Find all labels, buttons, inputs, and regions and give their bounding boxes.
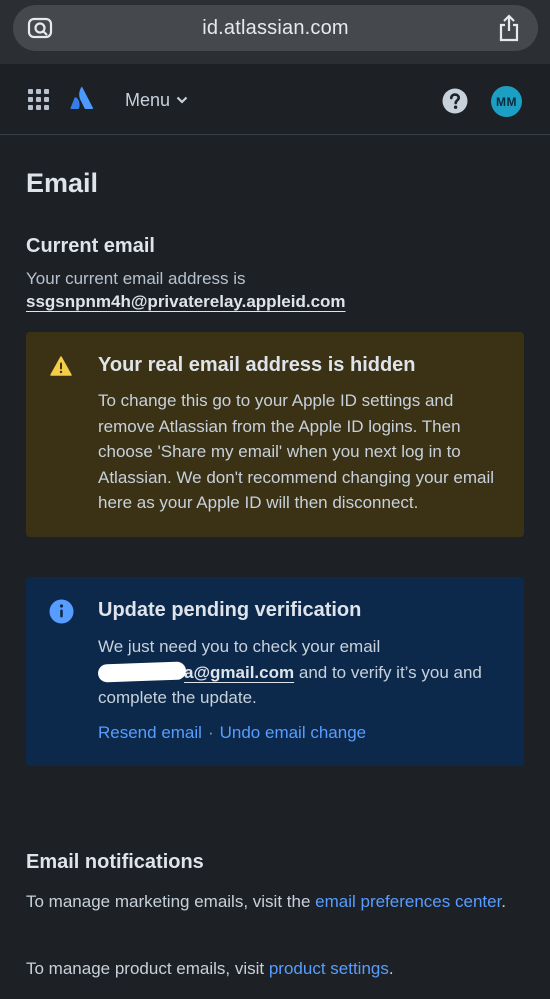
share-icon[interactable] bbox=[498, 14, 520, 42]
product-settings-link[interactable]: product settings bbox=[269, 959, 389, 978]
info-icon bbox=[49, 599, 74, 624]
avatar[interactable]: MM bbox=[491, 86, 522, 117]
email-notifications-heading: Email notifications bbox=[26, 851, 204, 873]
atlassian-logo-icon[interactable] bbox=[70, 86, 94, 110]
current-email-value: ssgsnpnm4h@privaterelay.appleid.com bbox=[26, 292, 346, 311]
product-emails-text: To manage product emails, visit product … bbox=[26, 956, 516, 982]
app-header: Menu MM bbox=[0, 64, 550, 135]
menu-button[interactable]: Menu bbox=[125, 88, 188, 112]
warning-icon bbox=[50, 356, 72, 376]
redaction-mark bbox=[97, 660, 187, 683]
help-icon[interactable] bbox=[442, 88, 468, 114]
pending-verification-notice: Update pending verification We just need… bbox=[26, 577, 524, 766]
warning-title: Your real email address is hidden bbox=[98, 354, 416, 376]
app-switcher-icon[interactable] bbox=[28, 89, 49, 110]
pending-email: a@gmail.com bbox=[184, 662, 295, 682]
warning-body: To change this go to your Apple ID setti… bbox=[98, 391, 495, 512]
pending-title: Update pending verification bbox=[98, 599, 362, 621]
marketing-suffix: . bbox=[501, 892, 507, 911]
pending-body-prefix: We just need you to check your email bbox=[98, 637, 381, 656]
product-prefix: To manage product emails, visit bbox=[26, 959, 265, 978]
current-email-heading: Current email bbox=[26, 235, 155, 257]
url-text[interactable]: id.atlassian.com bbox=[13, 17, 538, 40]
hidden-email-warning: Your real email address is hidden To cha… bbox=[26, 332, 524, 537]
page-title: Email bbox=[26, 168, 99, 198]
menu-label: Menu bbox=[125, 89, 171, 110]
pending-actions: Resend email · Undo email change bbox=[98, 723, 366, 743]
undo-email-change-link[interactable]: Undo email change bbox=[220, 723, 366, 743]
resend-email-link[interactable]: Resend email bbox=[98, 723, 202, 743]
current-email-description: Your current email address is bbox=[26, 269, 246, 288]
chevron-down-icon bbox=[176, 96, 188, 104]
browser-toolbar: id.atlassian.com bbox=[0, 0, 550, 64]
action-separator: · bbox=[207, 723, 214, 742]
product-suffix: . bbox=[388, 959, 394, 978]
email-preferences-link[interactable]: email preferences center bbox=[315, 892, 501, 911]
marketing-emails-text: To manage marketing emails, visit the em… bbox=[26, 889, 516, 915]
marketing-prefix: To manage marketing emails, visit the bbox=[26, 892, 311, 911]
address-bar[interactable]: id.atlassian.com bbox=[13, 5, 538, 51]
pending-body: We just need you to check your email a@g… bbox=[97, 634, 508, 711]
